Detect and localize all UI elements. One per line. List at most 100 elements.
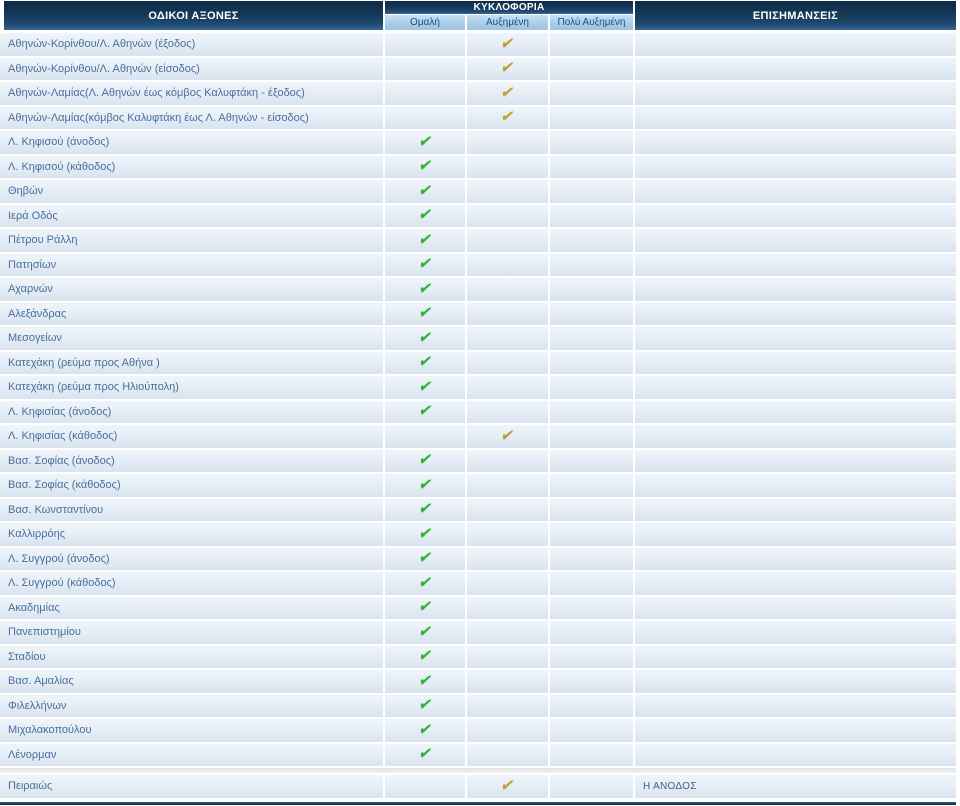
normal-check-icon: ✔ [416, 622, 434, 640]
table-row: Λ. Κηφισίας (κάθοδος) ✔ [0, 425, 956, 448]
very-increased-cell [550, 474, 633, 497]
very-increased-cell [550, 694, 633, 717]
table-row: Αθηνών-Λαμίας(κόμβος Καλυφτάκη έως Λ. Αθ… [0, 106, 956, 129]
very-increased-cell [550, 131, 633, 154]
normal-check-icon: ✔ [416, 132, 434, 150]
normal-check-icon: ✔ [416, 573, 434, 591]
table-row: Φιλελλήνων ✔ [0, 694, 956, 717]
table-row: Αλεξάνδρας ✔ [0, 302, 956, 325]
normal-cell: ✔ [385, 376, 465, 399]
road-name: Αχαρνών [0, 278, 383, 301]
very-increased-cell [550, 400, 633, 423]
road-name: Λ. Κηφισού (άνοδος) [0, 131, 383, 154]
remark-cell [635, 572, 956, 595]
traffic-status-table: ΟΔΙΚΟΙ ΑΞΟΝΕΣ ΚΥΚΛΟΦΟΡΙΑ Ομαλή Αυξημένη … [0, 0, 956, 805]
road-name: Λ. Συγγρού (άνοδος) [0, 547, 383, 570]
table-row: Κατεχάκη (ρεύμα προς Αθήνα ) ✔ [0, 351, 956, 374]
remark-cell [635, 204, 956, 227]
increased-cell [467, 719, 548, 742]
normal-check-icon: ✔ [416, 500, 434, 518]
remark-cell [635, 694, 956, 717]
very-increased-cell [550, 775, 633, 798]
very-increased-cell [550, 719, 633, 742]
normal-check-icon: ✔ [416, 353, 434, 371]
very-increased-cell [550, 376, 633, 399]
increased-cell [467, 498, 548, 521]
normal-cell: ✔ [385, 719, 465, 742]
very-increased-cell [550, 547, 633, 570]
remark-cell [635, 621, 956, 644]
road-name: Πατησίων [0, 253, 383, 276]
remark-cell [635, 449, 956, 472]
table-row: Αθηνών-Κορίνθου/Λ. Αθηνών (έξοδος) ✔ [0, 33, 956, 56]
column-header-road-axes: ΟΔΙΚΟΙ ΑΞΟΝΕΣ [4, 1, 383, 30]
remark-cell [635, 253, 956, 276]
remark-cell [635, 302, 956, 325]
very-increased-label: Πολύ Αυξημένη [557, 17, 626, 28]
column-group-traffic: ΚΥΚΛΟΦΟΡΙΑ Ομαλή Αυξημένη Πολύ Αυξημένη [385, 1, 633, 30]
road-name: Κατεχάκη (ρεύμα προς Αθήνα ) [0, 351, 383, 374]
table-row: Θηβών ✔ [0, 180, 956, 203]
very-increased-cell [550, 180, 633, 203]
increased-check-icon: ✔ [499, 108, 517, 126]
normal-cell: ✔ [385, 670, 465, 693]
normal-cell: ✔ [385, 400, 465, 423]
increased-cell [467, 155, 548, 178]
column-header-traffic: ΚΥΚΛΟΦΟΡΙΑ [385, 1, 633, 14]
table-row: Αθηνών-Λαμίας(Λ. Αθηνών έως κόμβος Καλυφ… [0, 82, 956, 105]
normal-cell: ✔ [385, 547, 465, 570]
remark-cell [635, 547, 956, 570]
very-increased-cell [550, 743, 633, 766]
normal-cell: ✔ [385, 253, 465, 276]
road-name: Αλεξάνδρας [0, 302, 383, 325]
road-name: Θηβών [0, 180, 383, 203]
normal-check-icon: ✔ [416, 549, 434, 567]
very-increased-cell [550, 229, 633, 252]
increased-cell [467, 596, 548, 619]
road-name: Αθηνών-Κορίνθου/Λ. Αθηνών (έξοδος) [0, 33, 383, 56]
table-row: Αχαρνών ✔ [0, 278, 956, 301]
increased-cell [467, 302, 548, 325]
remark-cell [635, 645, 956, 668]
road-name: Λένορμαν [0, 743, 383, 766]
road-name: Πέτρου Ράλλη [0, 229, 383, 252]
normal-check-icon: ✔ [416, 255, 434, 273]
remarks-label: ΕΠΙΣΗΜΑΝΣΕΙΣ [752, 9, 839, 22]
very-increased-cell [550, 253, 633, 276]
table-row: Λ. Κηφισίας (άνοδος) ✔ [0, 400, 956, 423]
table-row: Βασ. Αμαλίας ✔ [0, 670, 956, 693]
normal-cell [385, 775, 465, 798]
road-name: Πανεπιστημίου [0, 621, 383, 644]
very-increased-cell [550, 57, 633, 80]
table-row: Βασ. Σοφίας (άνοδος) ✔ [0, 449, 956, 472]
normal-check-icon: ✔ [416, 206, 434, 224]
table-row: Ακαδημίας ✔ [0, 596, 956, 619]
road-name: Βασ. Σοφίας (άνοδος) [0, 449, 383, 472]
increased-cell [467, 180, 548, 203]
remark-cell [635, 57, 956, 80]
very-increased-cell [550, 82, 633, 105]
traffic-label: ΚΥΚΛΟΦΟΡΙΑ [473, 2, 545, 13]
table-row: Πατησίων ✔ [0, 253, 956, 276]
normal-cell [385, 106, 465, 129]
remark-cell: Η ΑΝΟΔΟΣ [635, 775, 956, 798]
increased-cell [467, 229, 548, 252]
road-name: Λ. Κηφισίας (άνοδος) [0, 400, 383, 423]
normal-cell: ✔ [385, 229, 465, 252]
remark-cell [635, 155, 956, 178]
normal-cell: ✔ [385, 327, 465, 350]
table-row: Πειραιώς ✔ Η ΑΝΟΔΟΣ [0, 775, 956, 798]
normal-cell: ✔ [385, 302, 465, 325]
road-name: Πειραιώς [0, 775, 383, 798]
normal-check-icon: ✔ [416, 475, 434, 493]
increased-cell: ✔ [467, 82, 548, 105]
increased-check-icon: ✔ [499, 83, 517, 101]
increased-cell [467, 376, 548, 399]
normal-cell [385, 57, 465, 80]
remark-cell [635, 425, 956, 448]
traffic-subheader-row: Ομαλή Αυξημένη Πολύ Αυξημένη [385, 15, 633, 30]
normal-cell: ✔ [385, 621, 465, 644]
increased-cell [467, 670, 548, 693]
very-increased-cell [550, 645, 633, 668]
remark-cell [635, 498, 956, 521]
